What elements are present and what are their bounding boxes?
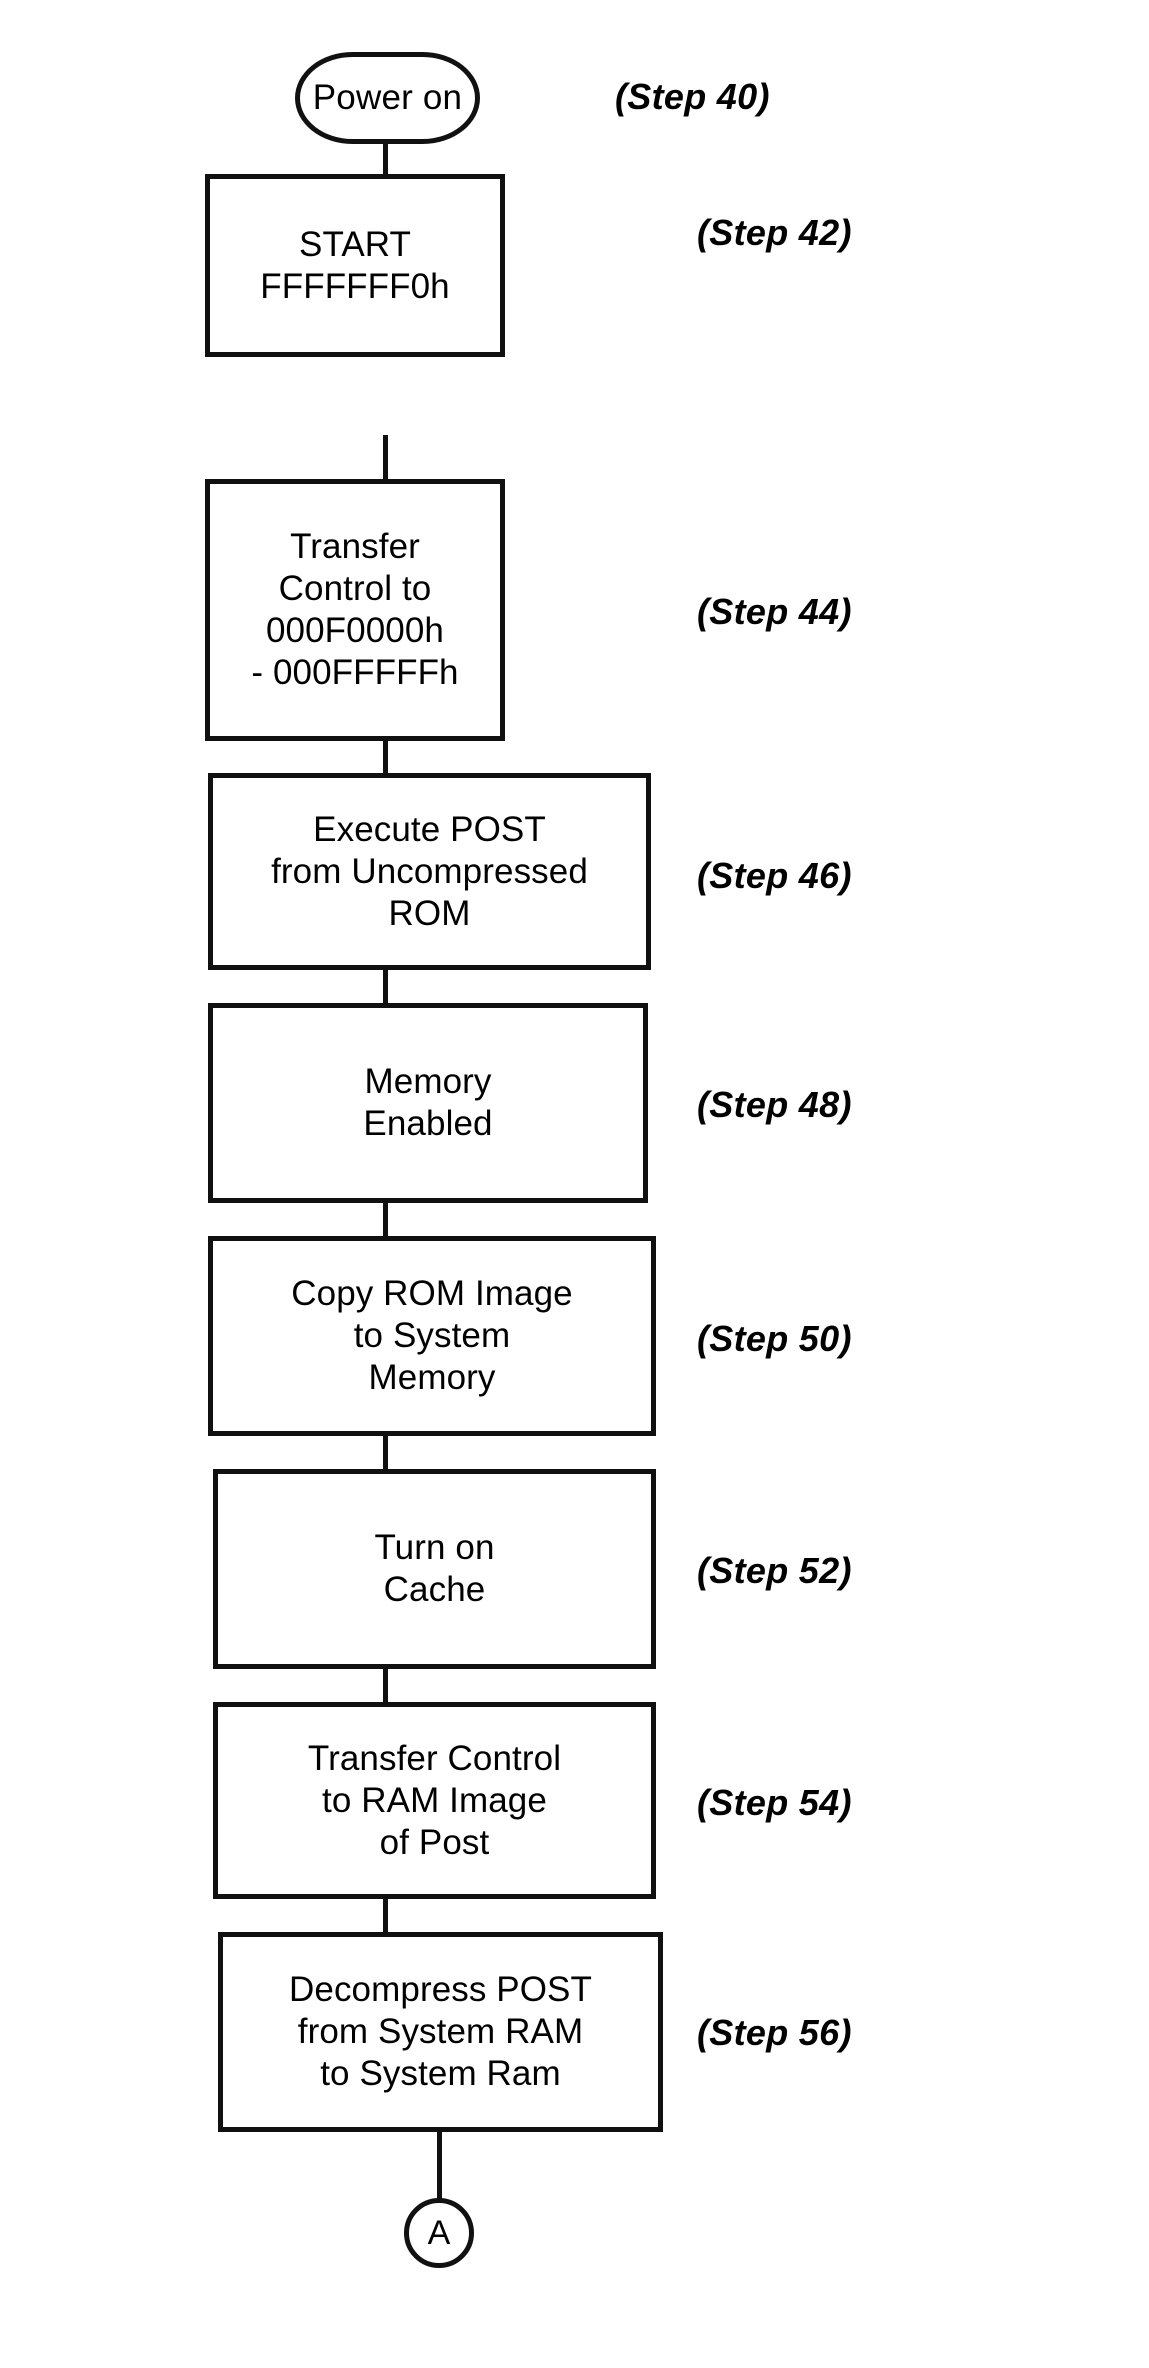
text-line: of Post [379, 1822, 490, 1862]
connector-54-to-56 [383, 1899, 388, 1932]
process-box-transfer-control-000f0000h: Transfer Control to 000F0000h - 000FFFFF… [205, 479, 505, 741]
step-label-42: (Step 42) [697, 212, 852, 253]
text-line: Transfer Control [307, 1738, 562, 1778]
text-line: Execute POST [313, 809, 546, 849]
process-box-decompress-post: Decompress POST from System RAM to Syste… [218, 1932, 663, 2132]
text-line: Memory [368, 1358, 496, 1397]
process-box-memory-enabled-text: Memory Enabled [213, 1061, 643, 1145]
step-label-44: (Step 44) [697, 591, 852, 632]
connector-50-to-52 [383, 1436, 388, 1469]
text-line: to RAM Image [322, 1780, 547, 1820]
connector-52-to-54 [383, 1669, 388, 1702]
connector-power-on-to-start [383, 143, 388, 175]
text-line: from System RAM [297, 2012, 584, 2051]
terminal-power-on: Power on [295, 52, 480, 144]
process-box-transfer-control-to-ram-image-text: Transfer Control to RAM Image of Post [218, 1738, 651, 1864]
text-line: Decompress POST [289, 1970, 592, 2009]
step-label-40: (Step 40) [615, 76, 770, 117]
off-page-connector-a-label: A [427, 2214, 451, 2252]
text-line: Memory [364, 1062, 492, 1101]
process-box-execute-post-uncompressed-rom: Execute POST from Uncompressed ROM [208, 773, 651, 970]
process-box-transfer-control-to-ram-image: Transfer Control to RAM Image of Post [213, 1702, 656, 1899]
process-box-copy-rom-image-to-system-memory-text: Copy ROM Image to System Memory [213, 1273, 651, 1399]
off-page-connector-a: A [404, 2198, 474, 2268]
connector-44-to-46 [383, 741, 388, 773]
step-label-50: (Step 50) [697, 1318, 852, 1359]
text-line: - 000FFFFFh [251, 653, 459, 692]
process-box-decompress-post-text: Decompress POST from System RAM to Syste… [223, 1969, 658, 2095]
flowchart-diagram: Power on (Step 40) START FFFFFFF0h (Step… [0, 0, 1149, 2368]
process-box-execute-post-uncompressed-rom-text: Execute POST from Uncompressed ROM [213, 809, 646, 935]
process-box-transfer-control-000f0000h-text: Transfer Control to 000F0000h - 000FFFFF… [210, 526, 500, 694]
step-label-46: (Step 46) [697, 855, 852, 896]
process-box-memory-enabled: Memory Enabled [208, 1003, 648, 1203]
step-label-56: (Step 56) [697, 2012, 852, 2053]
connector-46-to-48 [383, 970, 388, 1003]
text-line: 000F0000h [265, 611, 444, 650]
text-line: Copy ROM Image [291, 1274, 573, 1313]
text-line: Transfer [290, 527, 420, 566]
terminal-power-on-label: Power on [312, 78, 463, 118]
text-line: START [299, 224, 411, 264]
text-line: to System Ram [320, 2054, 561, 2093]
text-line: to System [353, 1316, 511, 1355]
connector-56-to-a [437, 2132, 442, 2200]
process-box-start-ffffffff0h: START FFFFFFF0h [205, 174, 505, 357]
text-line: Enabled [363, 1104, 493, 1143]
text-line: ROM [388, 893, 471, 933]
step-label-48: (Step 48) [697, 1084, 852, 1125]
process-box-turn-on-cache: Turn on Cache [213, 1469, 656, 1669]
text-line: FFFFFFF0h [260, 266, 450, 306]
process-box-start-ffffffff0h-text: START FFFFFFF0h [210, 224, 500, 308]
text-line: Control to [278, 569, 432, 608]
connector-48-to-50 [383, 1203, 388, 1236]
step-label-52: (Step 52) [697, 1550, 852, 1591]
text-line: Cache [383, 1570, 486, 1609]
step-label-54: (Step 54) [697, 1782, 852, 1823]
process-box-copy-rom-image-to-system-memory: Copy ROM Image to System Memory [208, 1236, 656, 1436]
process-box-turn-on-cache-text: Turn on Cache [218, 1527, 651, 1611]
connector-42-to-44 [383, 435, 388, 479]
text-line: from Uncompressed [271, 851, 588, 891]
text-line: Turn on [374, 1528, 495, 1567]
